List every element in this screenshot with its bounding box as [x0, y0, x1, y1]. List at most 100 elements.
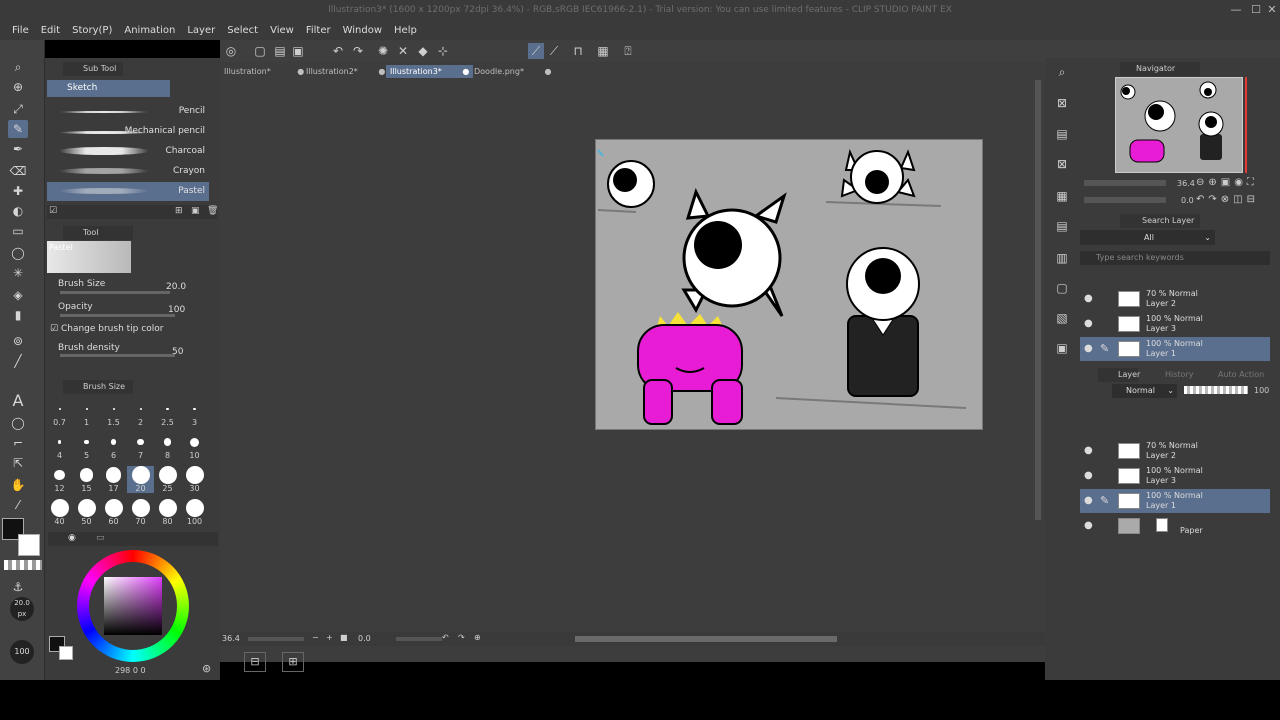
snap-special-ruler-icon[interactable]: ⟋: [546, 43, 562, 59]
history-icon[interactable]: ▧: [1054, 310, 1070, 326]
reset-rotation-icon[interactable]: ⊕: [474, 633, 481, 642]
color-wheel[interactable]: [77, 550, 189, 662]
delete-subtool-icon[interactable]: 🗑: [207, 206, 218, 216]
brush-size-option[interactable]: 25: [154, 466, 181, 493]
change-tip-color-row[interactable]: ☑ Change brush tip color: [50, 324, 163, 334]
line-tool-icon[interactable]: ╱: [8, 352, 28, 370]
pen-tool-icon[interactable]: ✒: [8, 140, 28, 158]
item-bank-icon[interactable]: ▥: [1054, 250, 1070, 266]
auto-action-icon[interactable]: ▢: [1054, 280, 1070, 296]
tab-illustration[interactable]: Illustration* ●: [224, 65, 304, 78]
tab-doodle[interactable]: Doodle.png* ●: [474, 65, 551, 78]
menu-select[interactable]: Select: [227, 25, 258, 36]
eraser-tool-icon[interactable]: ⌫: [8, 162, 28, 180]
lasso-tool-icon[interactable]: ◯: [8, 244, 28, 262]
brush-size-option[interactable]: 6: [100, 433, 127, 460]
new-subtool-icon[interactable]: ▣: [191, 206, 200, 216]
paper-layer-row[interactable]: ● Paper: [1080, 514, 1270, 538]
save-icon[interactable]: ▣: [290, 43, 306, 59]
zoom-tool-icon[interactable]: ⌕: [8, 58, 28, 76]
menu-help[interactable]: Help: [394, 25, 417, 36]
image-icon[interactable]: ▣: [1054, 340, 1070, 356]
hand-tool-icon[interactable]: ✋: [8, 476, 28, 494]
help-icon[interactable]: ⍰: [620, 43, 636, 59]
figure-tool-icon[interactable]: ▭: [8, 222, 28, 240]
text-tool-icon[interactable]: A: [8, 392, 28, 410]
auto-action-tab[interactable]: Auto Action: [1218, 370, 1264, 379]
snap-grid-icon[interactable]: ⊓: [570, 43, 586, 59]
brush-item-crayon[interactable]: Crayon: [47, 162, 209, 181]
brush-size-option[interactable]: 30: [181, 466, 208, 493]
brush-item-charcoal[interactable]: Charcoal: [47, 142, 209, 161]
gradient-tool-icon[interactable]: ▮: [8, 306, 28, 324]
brush-size-option[interactable]: 100: [181, 499, 208, 526]
sub-view-icon[interactable]: ▤: [1054, 218, 1070, 234]
close-panel-2-icon[interactable]: ⊠: [1054, 156, 1070, 172]
menu-story[interactable]: Story(P): [72, 25, 112, 36]
rotation-value[interactable]: 0.0: [358, 634, 371, 643]
brush-size-option[interactable]: 5: [73, 433, 100, 460]
menu-file[interactable]: File: [12, 25, 29, 36]
brush-item-mechanical-pencil[interactable]: Mechanical pencil: [47, 122, 209, 141]
visibility-eye-icon[interactable]: ●: [1084, 293, 1093, 304]
zoom-slider[interactable]: [248, 637, 304, 641]
clip-studio-icon[interactable]: ◎: [223, 43, 239, 59]
menu-animation[interactable]: Animation: [124, 25, 175, 36]
menu-edit[interactable]: Edit: [41, 25, 60, 36]
search-layer-row[interactable]: ● ✎ 100 % Normal Layer 1: [1080, 337, 1270, 361]
layer-row[interactable]: ● 100 % Normal Layer 3: [1080, 464, 1270, 488]
visibility-eye-icon[interactable]: ●: [1084, 318, 1093, 329]
fill-tool-icon[interactable]: ◈: [8, 286, 28, 304]
balloon-tool-icon[interactable]: ◯: [8, 414, 28, 432]
rotate-left-icon[interactable]: ↶: [442, 633, 449, 642]
close-panel-icon[interactable]: ⊠: [1054, 95, 1070, 111]
color-wheel-tab-icon[interactable]: ◉: [68, 533, 76, 543]
new-file-icon[interactable]: ▢: [252, 43, 268, 59]
operation-tool-icon[interactable]: ⤢: [8, 100, 28, 118]
brush-item-pastel[interactable]: Pastel: [47, 182, 209, 201]
brush-size-option[interactable]: 4: [46, 433, 73, 460]
brush-size-option[interactable]: 1.5: [100, 400, 127, 427]
brush-size-option[interactable]: 7: [127, 433, 154, 460]
eyedropper-tool-icon[interactable]: ⊚: [8, 332, 28, 350]
search-view-icon[interactable]: ⌕: [1054, 64, 1070, 80]
tab-close-icon[interactable]: ●: [462, 67, 469, 76]
visibility-eye-icon[interactable]: ●: [1084, 520, 1093, 531]
navigator-rotation-slider[interactable]: [1084, 197, 1166, 203]
stabilization-icon[interactable]: ⚓: [8, 578, 28, 596]
brush-size-option[interactable]: 80: [154, 499, 181, 526]
rotate-right-icon[interactable]: ↷: [458, 633, 465, 642]
brush-size-option[interactable]: 10: [181, 433, 208, 460]
layer-opacity-slider[interactable]: [1184, 386, 1248, 394]
density-slider[interactable]: [60, 354, 175, 357]
brush-size-option[interactable]: 40: [46, 499, 73, 526]
tab-close-icon[interactable]: ●: [297, 67, 304, 76]
move-tool-icon[interactable]: ⊕: [8, 78, 28, 96]
decoration-tool-icon[interactable]: ✚: [8, 182, 28, 200]
layer-row[interactable]: ● 70 % Normal Layer 2: [1080, 439, 1270, 463]
redo-icon[interactable]: ↷: [350, 43, 366, 59]
zoom-in-icon[interactable]: +: [326, 633, 333, 642]
sub-color-swatch[interactable]: [18, 534, 40, 556]
layer-filter-select[interactable]: All ⌄: [1080, 230, 1215, 245]
minimize-button[interactable]: —: [1226, 0, 1246, 20]
rotation-slider[interactable]: [396, 637, 442, 641]
subtool-group-sketch[interactable]: Sketch: [47, 80, 170, 97]
menu-layer[interactable]: Layer: [187, 25, 215, 36]
layer-opacity-value[interactable]: 100: [1254, 386, 1269, 395]
brush-size-option[interactable]: 15: [73, 466, 100, 493]
navigator-preview[interactable]: [1115, 77, 1243, 173]
open-file-icon[interactable]: ▤: [272, 43, 288, 59]
correct-line-tool-icon[interactable]: ⇱: [8, 454, 28, 472]
spinner-icon[interactable]: ✺: [375, 43, 391, 59]
sub-color-mini-swatch[interactable]: [59, 646, 73, 660]
tab-illustration3[interactable]: Illustration3* ●: [386, 65, 474, 78]
material-icon[interactable]: ▦: [1054, 188, 1070, 204]
close-button[interactable]: ✕: [1262, 0, 1280, 20]
tab-close-icon[interactable]: ●: [378, 67, 385, 76]
layer-tab[interactable]: Layer: [1098, 368, 1140, 382]
horizontal-scrollbar[interactable]: [575, 636, 837, 642]
history-tab[interactable]: History: [1165, 370, 1193, 379]
brush-size-option[interactable]: 0.7: [46, 400, 73, 427]
subtool-settings-icon[interactable]: ☑: [49, 206, 57, 216]
